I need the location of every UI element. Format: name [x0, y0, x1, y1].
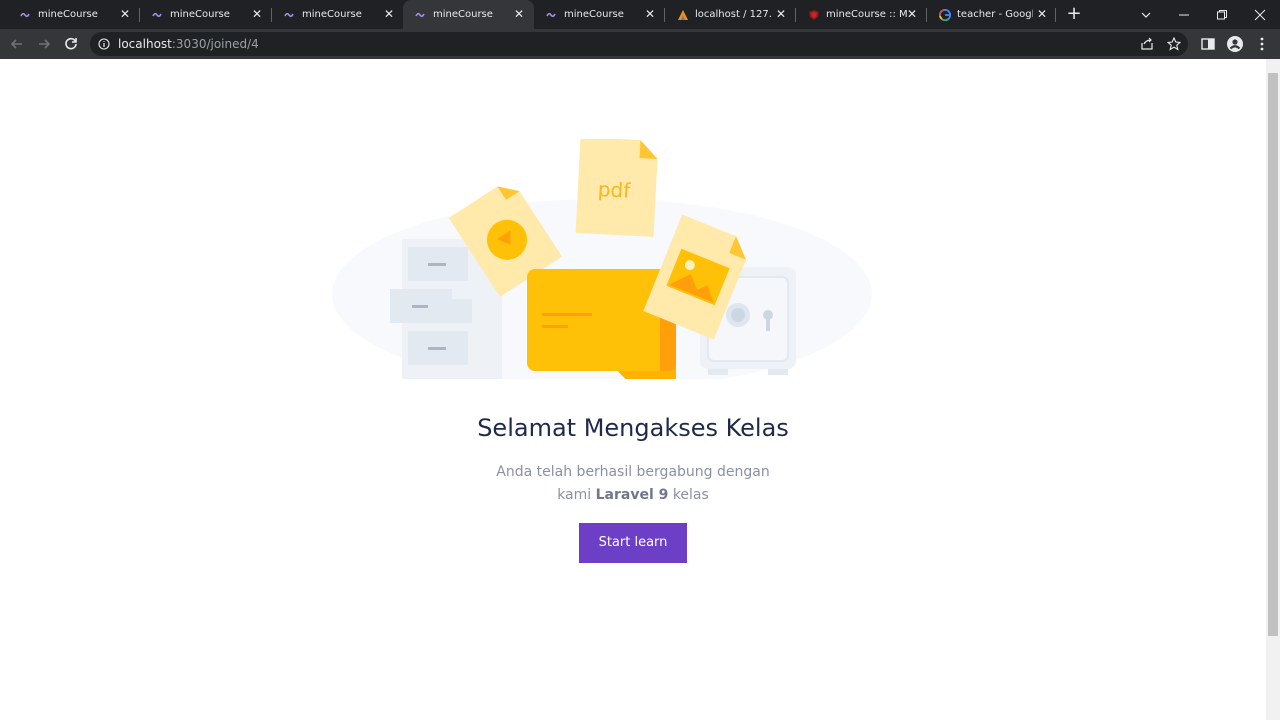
back-arrow-icon[interactable]: [8, 35, 26, 53]
tab-title: teacher - Google: [957, 9, 1033, 20]
url-text[interactable]: localhost:3030/joined/4: [118, 37, 259, 51]
minecourse-shield-favicon-icon: [809, 10, 819, 20]
subtext-prefix: kami: [557, 487, 596, 503]
browser-tab-strip: mineCourse ✕ mineCourse ✕ mineCourse ✕ m…: [0, 0, 1280, 29]
join-confirmation-text: Anda telah berhasil bergabung dengan kam…: [0, 461, 1266, 507]
url-host: localhost: [118, 37, 172, 51]
side-panel-icon[interactable]: [1199, 35, 1217, 53]
share-icon[interactable]: [1140, 37, 1154, 51]
reload-icon[interactable]: [62, 35, 80, 53]
browser-tab[interactable]: mineCourse ✕: [534, 0, 664, 29]
tab-close-icon[interactable]: ✕: [1035, 7, 1049, 21]
minecourse-favicon-icon: [415, 12, 425, 18]
tab-title: mineCourse: [433, 9, 493, 20]
browser-tab-active[interactable]: mineCourse ✕: [403, 0, 534, 29]
tab-close-icon[interactable]: ✕: [118, 7, 132, 21]
folder-files-illustration: pdf: [332, 139, 872, 379]
minecourse-favicon-icon: [20, 12, 30, 18]
minecourse-favicon-icon: [152, 12, 162, 18]
tab-close-icon[interactable]: ✕: [382, 7, 396, 21]
minecourse-favicon-icon: [546, 12, 556, 18]
browser-toolbar: localhost:3030/joined/4: [0, 29, 1280, 59]
tab-title: localhost / 127.0.0: [695, 9, 771, 20]
browser-tab[interactable]: teacher - Google ✕: [927, 0, 1055, 29]
browser-tab[interactable]: mineCourse ✕: [140, 0, 270, 29]
tab-close-icon[interactable]: ✕: [250, 7, 264, 21]
page-viewport: pdf Selamat Mengakses Kelas Anda telah b…: [0, 59, 1266, 720]
minecourse-favicon-icon: [284, 12, 294, 18]
google-favicon-icon: [939, 9, 951, 21]
subtext-line-1: Anda telah berhasil bergabung dengan: [496, 464, 770, 480]
course-name: Laravel 9: [595, 487, 669, 503]
site-info-icon[interactable]: [98, 38, 110, 50]
tab-close-icon[interactable]: ✕: [643, 7, 657, 21]
subtext-suffix: kelas: [668, 487, 709, 503]
tab-title: mineCourse: [170, 9, 230, 20]
phpmyadmin-favicon-icon: [678, 10, 688, 20]
profile-avatar-icon[interactable]: [1226, 35, 1244, 53]
restore-window-icon[interactable]: [1203, 0, 1241, 29]
tab-title: mineCourse: [564, 9, 624, 20]
page-scrollbar[interactable]: [1266, 59, 1280, 720]
browser-menu-icon[interactable]: [1253, 35, 1271, 53]
scrollbar-thumb[interactable]: [1268, 73, 1278, 636]
tab-title: mineCourse :: Me: [826, 9, 908, 20]
close-window-icon[interactable]: [1241, 0, 1279, 29]
tab-search-chevron-down-icon[interactable]: [1127, 0, 1165, 29]
browser-tab[interactable]: mineCourse ✕: [8, 0, 138, 29]
forward-arrow-icon[interactable]: [35, 35, 53, 53]
pdf-label: pdf: [597, 177, 632, 203]
tab-close-icon[interactable]: ✕: [512, 7, 526, 21]
page-title: Selamat Mengakses Kelas: [477, 414, 789, 442]
start-learn-button[interactable]: Start learn: [579, 523, 687, 563]
tab-close-icon[interactable]: ✕: [774, 7, 788, 21]
minimize-window-icon[interactable]: [1165, 0, 1203, 29]
bookmark-star-icon[interactable]: [1167, 37, 1181, 51]
browser-tab[interactable]: mineCourse :: Me ✕: [796, 0, 926, 29]
new-tab-icon[interactable]: +: [1055, 0, 1093, 29]
browser-tab[interactable]: localhost / 127.0.0 ✕: [665, 0, 795, 29]
address-bar[interactable]: localhost:3030/joined/4: [90, 32, 1188, 56]
tab-close-icon[interactable]: ✕: [905, 7, 919, 21]
tab-title: mineCourse: [38, 9, 98, 20]
tab-title: mineCourse: [302, 9, 362, 20]
url-path: :3030/joined/4: [171, 37, 259, 51]
browser-tab[interactable]: mineCourse ✕: [272, 0, 402, 29]
